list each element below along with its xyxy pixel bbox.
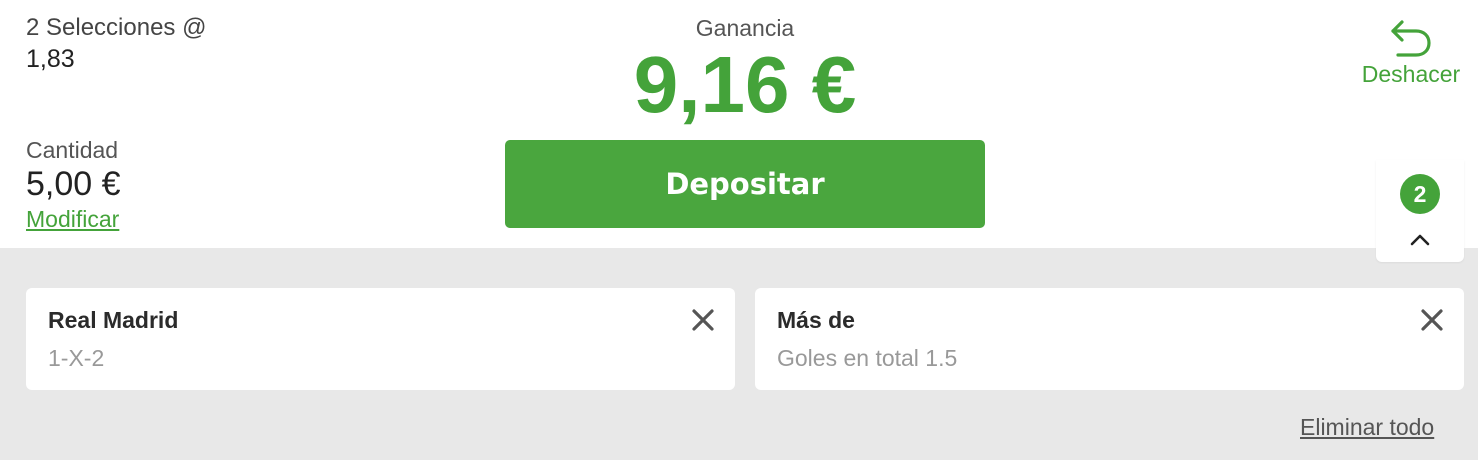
close-icon[interactable] (691, 308, 715, 332)
selection-card: Real Madrid 1-X-2 (26, 288, 735, 390)
collapse-betslip-tab[interactable]: 2 (1376, 160, 1464, 262)
selection-card: Más de Goles en total 1.5 (755, 288, 1464, 390)
modify-stake-link[interactable]: Modificar (26, 205, 119, 233)
selections-count: 2 Selecciones @ (26, 14, 207, 41)
chevron-up-icon (1410, 234, 1430, 246)
close-icon[interactable] (1420, 308, 1444, 332)
deposit-button[interactable]: Depositar (505, 140, 985, 228)
selection-title: Real Madrid (48, 307, 179, 333)
undo-label: Deshacer (1361, 61, 1461, 87)
selection-count-badge: 2 (1400, 174, 1440, 214)
betslip-header: 2 Selecciones @ 1,83 Cantidad 5,00 € Mod… (0, 0, 1478, 248)
undo-button[interactable]: Deshacer (1352, 18, 1470, 90)
stake-value: 5,00 € (26, 165, 121, 203)
winnings-value: 9,16 € (633, 40, 857, 129)
combined-odds: 1,83 (26, 45, 75, 73)
remove-all-link[interactable]: Eliminar todo (1300, 413, 1434, 441)
selection-market: Goles en total 1.5 (777, 345, 958, 371)
stake-label: Cantidad (26, 137, 119, 163)
undo-arrow-icon (1391, 20, 1431, 57)
selection-title: Más de (777, 307, 855, 333)
selection-market: 1-X-2 (48, 345, 105, 371)
